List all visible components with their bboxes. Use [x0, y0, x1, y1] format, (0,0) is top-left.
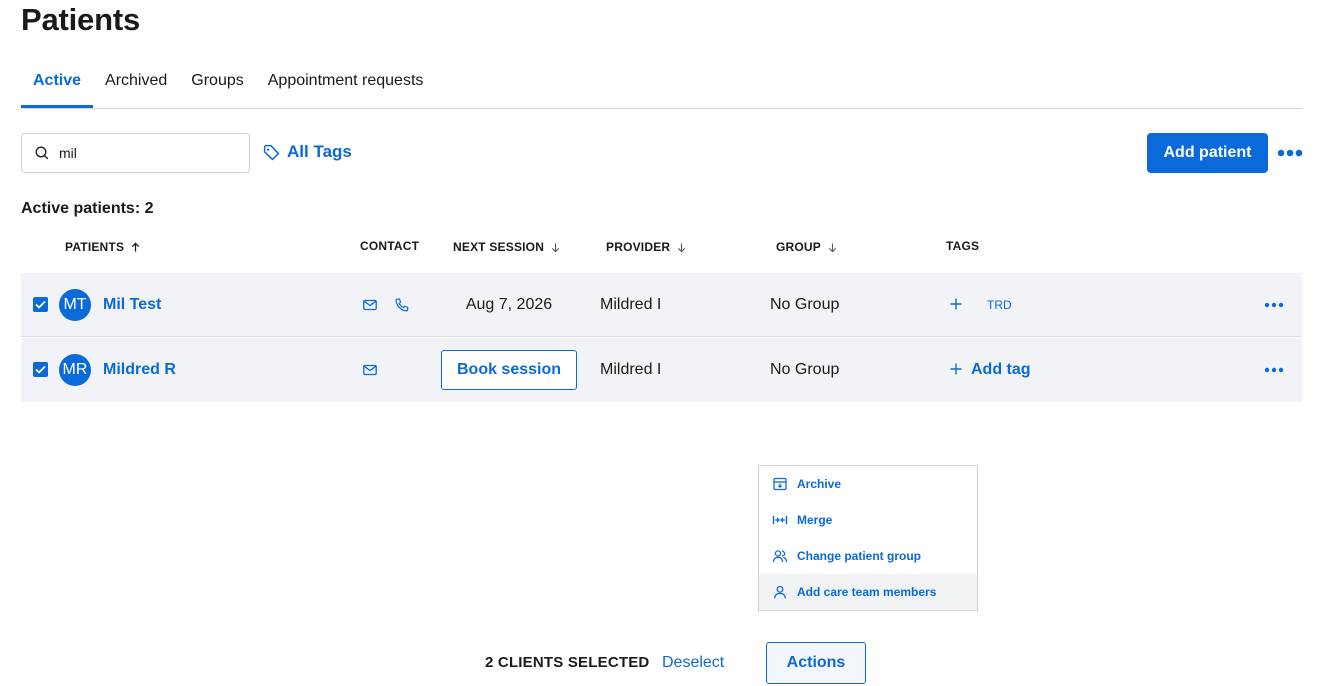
menu-item-change-patient-group[interactable]: Change patient group [759, 538, 977, 574]
active-patients-count: Active patients: 2 [21, 200, 154, 217]
search-box [21, 133, 250, 173]
table-row: MT Mil Test Aug 7, 2026 Mildred I No Gro… [21, 273, 1302, 337]
menu-item-merge[interactable]: Merge [759, 502, 977, 538]
avatar: MT [59, 289, 91, 321]
column-header-tags: TAGS [946, 239, 980, 253]
search-icon [35, 146, 49, 160]
row-more-icon[interactable] [1262, 364, 1286, 376]
deselect-link[interactable]: Deselect [662, 654, 724, 672]
provider-name: Mildred I [600, 296, 662, 313]
email-icon[interactable] [362, 297, 378, 313]
plus-icon[interactable] [949, 297, 963, 311]
actions-menu: Archive Merge Change patient group Add c… [758, 465, 978, 611]
selected-count-label: 2 CLIENTS SELECTED [485, 654, 650, 671]
table-row: MR Mildred R Book session Mildred I No G… [21, 338, 1302, 402]
column-header-contact: CONTACT [360, 239, 420, 253]
more-options-icon[interactable] [1276, 144, 1304, 162]
tab-groups[interactable]: Groups [179, 64, 255, 108]
next-session-date[interactable]: Aug 7, 2026 [441, 273, 577, 337]
patient-name-link[interactable]: Mil Test [103, 273, 161, 337]
group-name: No Group [770, 361, 840, 378]
page-title: Patients [21, 2, 140, 37]
column-header-patients[interactable]: PATIENTS [65, 240, 141, 254]
email-icon[interactable] [362, 362, 378, 378]
row-more-icon[interactable] [1262, 299, 1286, 311]
tag-icon [263, 144, 280, 160]
arrow-down-icon [678, 242, 686, 252]
user-icon [774, 585, 786, 599]
group-name: No Group [770, 296, 840, 313]
row-checkbox[interactable] [33, 297, 48, 312]
avatar: MR [59, 354, 91, 386]
check-icon [35, 300, 46, 309]
patient-tabs: Active Archived Groups Appointment reque… [21, 64, 1302, 109]
provider-name: Mildred I [600, 361, 662, 378]
patient-name-link[interactable]: Mildred R [103, 338, 176, 402]
all-tags-label: All Tags [287, 142, 352, 161]
actions-button[interactable]: Actions [766, 642, 866, 684]
all-tags-filter[interactable]: All Tags [263, 142, 352, 162]
tab-active[interactable]: Active [21, 64, 94, 108]
arrow-down-icon [551, 242, 560, 252]
arrow-up-icon [132, 241, 140, 252]
column-header-group[interactable]: GROUP [776, 240, 838, 254]
menu-item-archive[interactable]: Archive [759, 466, 977, 502]
tab-archived[interactable]: Archived [93, 64, 179, 108]
column-header-provider[interactable]: PROVIDER [606, 240, 687, 254]
search-input[interactable] [59, 145, 239, 161]
tag-chip[interactable]: TRD [987, 273, 1012, 337]
row-checkbox[interactable] [33, 362, 48, 377]
tab-appointment-requests[interactable]: Appointment requests [256, 64, 436, 108]
archive-icon [773, 477, 787, 491]
arrow-down-icon [828, 242, 837, 252]
merge-icon [772, 516, 788, 524]
book-session-button[interactable]: Book session [441, 350, 577, 390]
users-icon [772, 550, 788, 563]
plus-icon[interactable] [949, 362, 963, 376]
add-patient-button[interactable]: Add patient [1147, 133, 1268, 173]
column-header-next-session[interactable]: NEXT SESSION [453, 240, 561, 254]
phone-icon[interactable] [394, 297, 410, 313]
check-icon [35, 365, 46, 374]
add-tag-button[interactable]: Add tag [971, 338, 1031, 402]
menu-item-add-care-team-members[interactable]: Add care team members [759, 574, 977, 610]
